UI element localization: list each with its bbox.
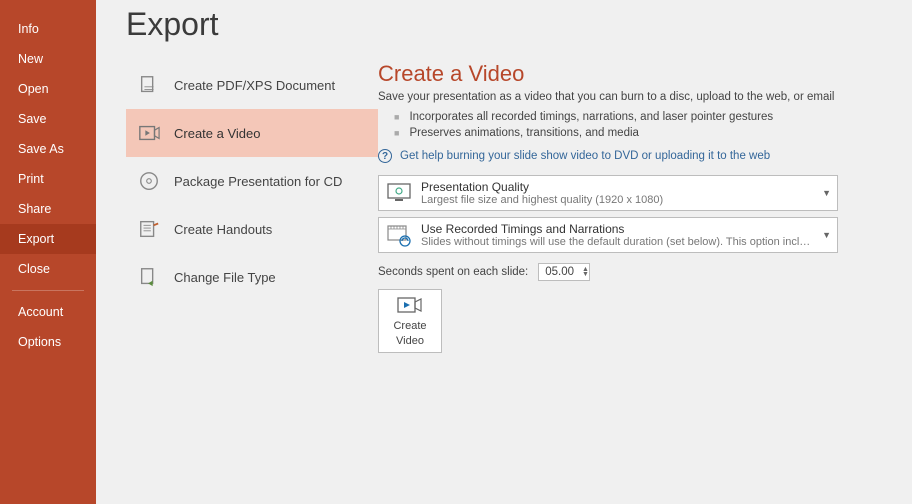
chevron-down-icon: ▼ xyxy=(822,188,831,198)
export-option-handouts[interactable]: Create Handouts xyxy=(126,205,378,253)
create-video-label-2: Video xyxy=(396,335,424,347)
sidebar-item-open[interactable]: Open xyxy=(0,74,96,104)
export-option-label: Create PDF/XPS Document xyxy=(174,78,335,93)
sidebar-item-info[interactable]: Info xyxy=(0,14,96,44)
dropdown-title: Presentation Quality xyxy=(421,180,815,194)
bullet-text: Incorporates all recorded timings, narra… xyxy=(409,111,773,123)
create-video-button[interactable]: Create Video xyxy=(378,289,442,353)
help-icon: ? xyxy=(378,149,392,163)
seconds-spinner[interactable]: 05.00 ▲ ▼ xyxy=(538,263,590,281)
export-option-label: Create Handouts xyxy=(174,222,272,237)
seconds-label: Seconds spent on each slide: xyxy=(378,266,528,278)
timings-icon xyxy=(385,222,413,248)
sidebar-item-close[interactable]: Close xyxy=(0,254,96,284)
backstage-sidebar: Info New Open Save Save As Print Share E… xyxy=(0,0,96,504)
export-option-label: Create a Video xyxy=(174,126,261,141)
detail-title: Create a Video xyxy=(378,61,882,91)
export-option-label: Change File Type xyxy=(174,270,276,285)
cd-icon xyxy=(138,170,160,192)
sidebar-item-save-as[interactable]: Save As xyxy=(0,134,96,164)
export-options-list: Create PDF/XPS Document Create a Video P… xyxy=(126,61,378,353)
help-link[interactable]: ? Get help burning your slide show video… xyxy=(378,141,882,175)
monitor-icon xyxy=(385,180,413,206)
help-link-text: Get help burning your slide show video t… xyxy=(400,150,770,162)
detail-bullet: ■ Preserves animations, transitions, and… xyxy=(378,125,882,141)
file-type-icon xyxy=(138,266,160,288)
export-option-label: Package Presentation for CD xyxy=(174,174,342,189)
create-video-label-1: Create xyxy=(393,320,426,332)
quality-dropdown[interactable]: Presentation Quality Largest file size a… xyxy=(378,175,838,211)
dropdown-subtitle: Slides without timings will use the defa… xyxy=(421,236,815,248)
sidebar-item-share[interactable]: Share xyxy=(0,194,96,224)
dropdown-title: Use Recorded Timings and Narrations xyxy=(421,222,815,236)
chevron-down-icon: ▼ xyxy=(822,230,831,240)
export-option-cd[interactable]: Package Presentation for CD xyxy=(126,157,378,205)
sidebar-item-export[interactable]: Export xyxy=(0,224,96,254)
video-icon xyxy=(138,122,160,144)
page-title: Export xyxy=(126,0,882,61)
export-option-video[interactable]: Create a Video xyxy=(126,109,378,157)
handouts-icon xyxy=(138,218,160,240)
sidebar-item-options[interactable]: Options xyxy=(0,327,96,357)
export-option-pdf[interactable]: Create PDF/XPS Document xyxy=(126,61,378,109)
sidebar-item-account[interactable]: Account xyxy=(0,297,96,327)
dropdown-subtitle: Largest file size and highest quality (1… xyxy=(421,194,815,206)
sidebar-divider xyxy=(12,290,84,291)
main-panel: Export Create PDF/XPS Document Create a … xyxy=(96,0,912,504)
export-option-filetype[interactable]: Change File Type xyxy=(126,253,378,301)
spinner-down-icon[interactable]: ▼ xyxy=(582,272,589,277)
export-detail-panel: Create a Video Save your presentation as… xyxy=(378,61,882,353)
sidebar-item-save[interactable]: Save xyxy=(0,104,96,134)
bullet-icon: ■ xyxy=(394,112,399,122)
seconds-value: 05.00 xyxy=(545,266,574,278)
create-video-icon xyxy=(397,295,423,317)
bullet-icon: ■ xyxy=(394,128,399,138)
detail-description: Save your presentation as a video that y… xyxy=(378,91,882,109)
sidebar-item-print[interactable]: Print xyxy=(0,164,96,194)
spinner-buttons[interactable]: ▲ ▼ xyxy=(582,267,589,277)
bullet-text: Preserves animations, transitions, and m… xyxy=(409,127,638,139)
pdf-document-icon xyxy=(138,74,160,96)
seconds-row: Seconds spent on each slide: 05.00 ▲ ▼ xyxy=(378,259,882,289)
detail-bullet: ■ Incorporates all recorded timings, nar… xyxy=(378,109,882,125)
timings-dropdown[interactable]: Use Recorded Timings and Narrations Slid… xyxy=(378,217,838,253)
sidebar-item-new[interactable]: New xyxy=(0,44,96,74)
